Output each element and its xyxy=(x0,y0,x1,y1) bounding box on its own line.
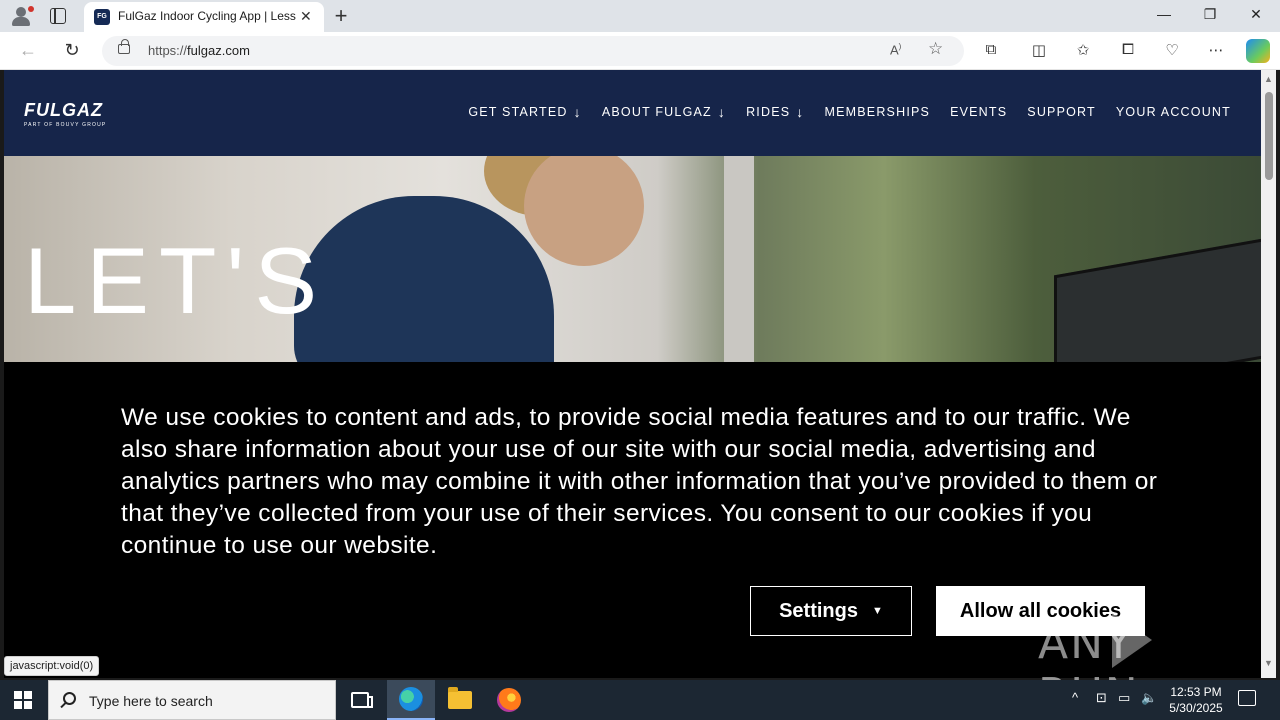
tray-chevron-icon[interactable]: ^ xyxy=(1072,690,1078,705)
tab-title: FulGaz Indoor Cycling App | Less xyxy=(118,9,296,23)
hero-screen xyxy=(1054,236,1261,362)
window-close-icon[interactable]: ✕ xyxy=(1246,6,1266,23)
fulgaz-logo[interactable]: FULGAZ PART OF BOUVY GROUP xyxy=(24,100,106,128)
scrollbar-thumb[interactable] xyxy=(1265,92,1273,180)
anyrun-watermark: ANY RUN xyxy=(1038,612,1233,720)
restore-icon[interactable]: ❐ xyxy=(1200,6,1220,23)
lock-icon[interactable] xyxy=(118,39,130,54)
nav-item-support[interactable]: SUPPORT xyxy=(1027,104,1096,120)
url-text[interactable]: https://fulgaz.com xyxy=(148,43,250,58)
taskbar-search-box[interactable]: Type here to search xyxy=(48,680,336,720)
hero-rider-head xyxy=(524,156,644,266)
task-view-button[interactable] xyxy=(336,680,384,720)
fulgaz-favicon-icon: FG xyxy=(94,9,110,25)
hero-image: LET'S xyxy=(4,156,1261,362)
taskbar-clock[interactable]: 12:53 PM 5/30/2025 xyxy=(1162,684,1230,716)
web-page: FULGAZ PART OF BOUVY GROUP GET STARTED ↓ … xyxy=(4,70,1261,678)
clock-date: 5/30/2025 xyxy=(1169,701,1223,715)
more-menu-icon[interactable]: ⋯ xyxy=(1205,41,1227,59)
scroll-up-icon[interactable]: ▲ xyxy=(1264,74,1273,84)
windows-taskbar: Type here to search ^ ⊡ ▭ 🔈 12:53 PM 5/3… xyxy=(0,680,1280,720)
nav-item-events[interactable]: EVENTS xyxy=(950,104,1007,120)
tab-close-icon[interactable]: ✕ xyxy=(300,8,312,25)
browser-tab-bar: FG FulGaz Indoor Cycling App | Less ✕ + … xyxy=(0,0,1280,32)
volume-icon[interactable]: 🔈 xyxy=(1141,690,1157,706)
search-icon xyxy=(63,692,76,705)
network-icon[interactable]: ▭ xyxy=(1118,690,1130,706)
logo-wordmark: FULGAZ xyxy=(24,100,103,120)
site-header: FULGAZ PART OF BOUVY GROUP GET STARTED ↓ … xyxy=(4,70,1261,156)
dropdown-arrow-icon: ↓ xyxy=(796,104,805,120)
nav-item-about-fulgaz[interactable]: ABOUT FULGAZ ↓ xyxy=(602,104,726,120)
refresh-icon[interactable]: ↻ xyxy=(61,40,83,61)
dropdown-arrow-icon: ↓ xyxy=(717,104,727,120)
new-tab-button[interactable]: + xyxy=(330,3,352,29)
cookie-banner-text: We use cookies to content and ads, to pr… xyxy=(121,404,1158,559)
link-status-tooltip: javascript:void(0) xyxy=(4,656,100,676)
notifications-icon[interactable] xyxy=(1238,690,1256,706)
hero-rider-jersey xyxy=(294,196,554,362)
windows-start-icon[interactable] xyxy=(14,691,32,709)
hero-window-frame xyxy=(724,156,754,362)
firefox-taskbar-button[interactable] xyxy=(485,680,533,720)
copilot-icon[interactable] xyxy=(1246,39,1270,63)
browser-toolbar: ← ↻ https://fulgaz.com A) ☆ ⧉ ◫ ✩ ⧠ ♡ ⋯ xyxy=(0,32,1280,70)
back-arrow-icon[interactable]: ← xyxy=(17,40,39,61)
favorites-icon[interactable]: ✩ xyxy=(1072,41,1094,59)
tray-app-icon[interactable]: ⊡ xyxy=(1096,690,1107,706)
file-explorer-taskbar-button[interactable] xyxy=(436,680,484,720)
nav-item-get-started[interactable]: GET STARTED ↓ xyxy=(468,104,582,120)
hero-headline: LET'S xyxy=(24,228,328,333)
scroll-down-icon[interactable]: ▼ xyxy=(1264,658,1273,668)
folder-icon xyxy=(448,687,472,709)
clock-time: 12:53 PM xyxy=(1170,685,1222,699)
browser-tab-active[interactable]: FG FulGaz Indoor Cycling App | Less ✕ xyxy=(84,2,324,32)
caret-down-icon: ▼ xyxy=(872,605,883,617)
browser-essentials-icon[interactable]: ♡ xyxy=(1161,41,1183,59)
profile-icon[interactable] xyxy=(8,4,34,28)
read-aloud-icon[interactable]: A) xyxy=(890,42,901,57)
nav-item-memberships[interactable]: MEMBERSHIPS xyxy=(824,104,930,120)
minimize-icon[interactable]: — xyxy=(1154,6,1174,22)
edge-icon xyxy=(399,687,423,711)
page-scrollbar[interactable]: ▲ ▼ xyxy=(1261,70,1276,678)
nav-item-rides[interactable]: RIDES ↓ xyxy=(746,104,804,120)
task-view-icon xyxy=(351,692,373,708)
main-nav: GET STARTED ↓ ABOUT FULGAZ ↓ RIDES ↓ MEMBER… xyxy=(468,104,1231,120)
cookie-settings-button[interactable]: Settings ▼ xyxy=(750,586,912,636)
extensions-icon[interactable]: ⧉ xyxy=(980,41,1002,58)
collections-icon[interactable]: ⧠ xyxy=(1117,41,1139,58)
search-placeholder: Type here to search xyxy=(89,693,213,709)
firefox-icon xyxy=(497,688,521,712)
tab-actions-icon[interactable] xyxy=(50,8,66,24)
favorite-star-icon[interactable]: ☆ xyxy=(928,39,943,59)
split-screen-icon[interactable]: ◫ xyxy=(1028,41,1050,59)
logo-tagline: PART OF BOUVY GROUP xyxy=(24,122,107,128)
dropdown-arrow-icon: ↓ xyxy=(573,104,582,120)
address-bar[interactable]: https://fulgaz.com A) ☆ xyxy=(102,36,964,66)
nav-item-your-account[interactable]: YOUR ACCOUNT xyxy=(1116,104,1231,120)
edge-taskbar-button[interactable] xyxy=(387,680,435,720)
